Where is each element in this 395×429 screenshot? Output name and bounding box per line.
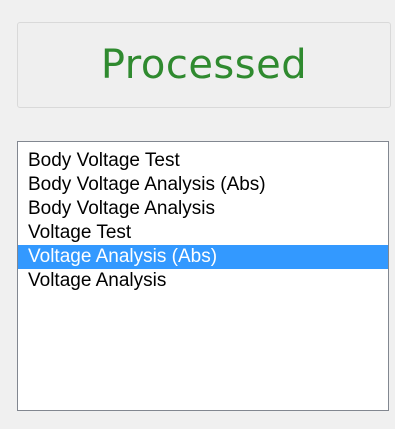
- analysis-listbox[interactable]: Body Voltage Test Body Voltage Analysis …: [17, 141, 389, 411]
- list-item-voltage-analysis-abs[interactable]: Voltage Analysis (Abs): [18, 245, 388, 269]
- list-item-voltage-analysis[interactable]: Voltage Analysis: [18, 269, 388, 293]
- list-item-body-voltage-test[interactable]: Body Voltage Test: [18, 149, 388, 173]
- list-item-body-voltage-analysis-abs[interactable]: Body Voltage Analysis (Abs): [18, 173, 388, 197]
- list-item-voltage-test[interactable]: Voltage Test: [18, 221, 388, 245]
- status-panel: Processed: [17, 22, 391, 108]
- status-label: Processed: [100, 42, 308, 88]
- list-item-body-voltage-analysis[interactable]: Body Voltage Analysis: [18, 197, 388, 221]
